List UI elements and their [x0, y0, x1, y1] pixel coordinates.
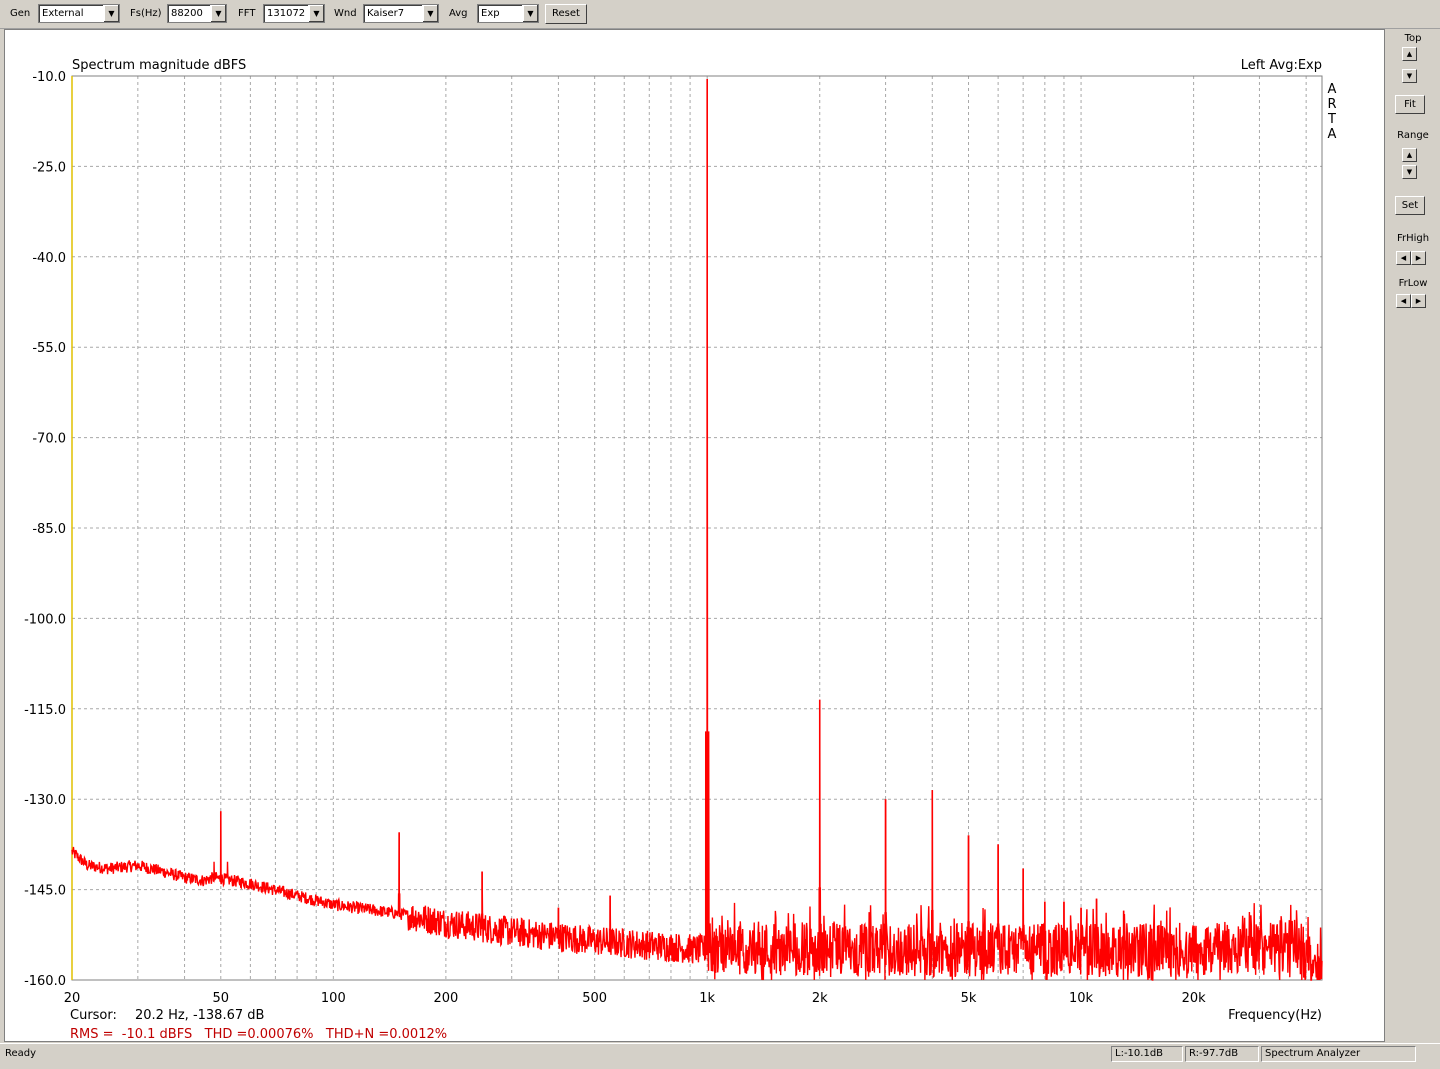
toolbar: Gen External ▼ Fs(Hz) 88200 ▼ FFT 131072… — [0, 0, 1440, 29]
y-tick-label: -115.0 — [24, 703, 66, 718]
fs-label: Fs(Hz) — [130, 8, 162, 19]
chevron-down-icon[interactable]: ▼ — [308, 5, 324, 22]
right-level-readout: R:-97.7dB — [1185, 1046, 1259, 1062]
arrow-left-icon: ◀ — [1400, 297, 1407, 305]
right-panel: Top ▲ ▼ Fit Range ▲ ▼ Set FrHigh ◀ ▶ FrL… — [1386, 29, 1440, 1042]
frhigh-left-button[interactable]: ◀ — [1396, 251, 1411, 265]
wnd-select-value: Kaiser7 — [367, 8, 405, 19]
arrow-down-icon: ▼ — [1406, 168, 1413, 176]
mode-readout: Spectrum Analyzer — [1261, 1046, 1416, 1062]
status-ready: Ready — [5, 1048, 37, 1059]
y-tick-label: -70.0 — [32, 432, 66, 447]
grid — [71, 75, 1322, 981]
arrow-up-icon: ▲ — [1406, 151, 1413, 159]
top-label: Top — [1404, 33, 1422, 44]
spectrum-trace — [71, 79, 1323, 981]
y-tick-label: -100.0 — [24, 612, 66, 627]
chevron-down-icon[interactable]: ▼ — [210, 5, 226, 22]
fs-select[interactable]: 88200 ▼ — [167, 4, 227, 23]
spectrum-series-line — [71, 79, 1323, 981]
gen-label: Gen — [10, 8, 31, 19]
y-tick-label: -25.0 — [32, 160, 66, 175]
reset-button[interactable]: Reset — [545, 4, 587, 24]
gen-select-value: External — [42, 8, 84, 19]
x-axis-label: Frequency(Hz) — [1228, 1008, 1322, 1023]
axes: -10.0 -25.0 -40.0 -55.0 -70.0 -85.0 -100.0 -115… — [24, 70, 1323, 1006]
x-tick-label: 2k — [812, 991, 828, 1006]
wnd-label: Wnd — [334, 8, 357, 19]
x-tick-label: 200 — [433, 991, 458, 1006]
arrow-down-icon: ▼ — [1406, 72, 1413, 80]
x-tick-label: 20 — [64, 991, 81, 1006]
plot-window: -10.0 -25.0 -40.0 -55.0 -70.0 -85.0 -100.0 -115… — [4, 29, 1385, 1042]
avg-select-value: Exp — [481, 8, 500, 19]
avg-label: Avg — [449, 8, 468, 19]
top-up-button[interactable]: ▲ — [1402, 47, 1417, 61]
fit-button[interactable]: Fit — [1395, 95, 1425, 114]
wnd-select[interactable]: Kaiser7 ▼ — [363, 4, 439, 23]
stats-readout: RMS = -10.1 dBFS THD =0.00076% THD+N =0.… — [70, 1027, 447, 1041]
left-level-readout: L:-10.1dB — [1111, 1046, 1183, 1062]
y-tick-label: -145.0 — [24, 884, 66, 899]
range-down-button[interactable]: ▼ — [1402, 165, 1417, 179]
x-tick-label: 5k — [961, 991, 977, 1006]
chart-subtitle: Left Avg:Exp — [1241, 58, 1322, 73]
chart-title: Spectrum magnitude dBFS — [72, 58, 246, 73]
range-up-button[interactable]: ▲ — [1402, 148, 1417, 162]
y-tick-label: -55.0 — [32, 341, 66, 356]
status-bar: Ready L:-10.1dB R:-97.7dB Spectrum Analy… — [0, 1043, 1440, 1069]
chevron-down-icon[interactable]: ▼ — [522, 5, 538, 22]
range-label: Range — [1397, 130, 1429, 141]
arrow-left-icon: ◀ — [1400, 254, 1407, 262]
arrow-right-icon: ▶ — [1415, 297, 1422, 305]
x-tick-label: 50 — [213, 991, 230, 1006]
frlow-left-button[interactable]: ◀ — [1396, 294, 1411, 308]
spectrum-chart[interactable]: -10.0 -25.0 -40.0 -55.0 -70.0 -85.0 -100.0 -115… — [5, 30, 1384, 1042]
arrow-up-icon: ▲ — [1406, 50, 1413, 58]
x-tick-label: 100 — [321, 991, 346, 1006]
chevron-down-icon[interactable]: ▼ — [103, 5, 119, 22]
set-button[interactable]: Set — [1395, 196, 1425, 215]
y-tick-label: -130.0 — [24, 793, 66, 808]
fft-label: FFT — [238, 8, 256, 19]
frhigh-right-button[interactable]: ▶ — [1411, 251, 1426, 265]
arta-logo: ARTA — [1327, 82, 1337, 142]
x-tick-label: 10k — [1069, 991, 1094, 1006]
x-tick-label: 500 — [582, 991, 607, 1006]
x-tick-label: 1k — [699, 991, 715, 1006]
cursor-label: Cursor: — [70, 1008, 117, 1023]
avg-select[interactable]: Exp ▼ — [477, 4, 539, 23]
gen-select[interactable]: External ▼ — [38, 4, 120, 23]
y-tick-label: -10.0 — [32, 70, 66, 85]
chevron-down-icon[interactable]: ▼ — [422, 5, 438, 22]
arrow-right-icon: ▶ — [1415, 254, 1422, 262]
frhigh-label: FrHigh — [1396, 233, 1430, 244]
frlow-right-button[interactable]: ▶ — [1411, 294, 1426, 308]
y-tick-label: -85.0 — [32, 522, 66, 537]
top-down-button[interactable]: ▼ — [1402, 69, 1417, 83]
frlow-label: FrLow — [1398, 278, 1428, 289]
y-tick-label: -160.0 — [24, 974, 66, 989]
fft-select[interactable]: 131072 ▼ — [263, 4, 325, 23]
cursor-readout: 20.2 Hz, -138.67 dB — [135, 1008, 264, 1023]
fft-select-value: 131072 — [267, 8, 306, 19]
y-tick-label: -40.0 — [32, 251, 66, 266]
fs-select-value: 88200 — [171, 8, 203, 19]
arta-logo-letter: R — [1327, 97, 1336, 112]
arta-logo-letter: A — [1328, 82, 1337, 97]
x-tick-label: 20k — [1182, 991, 1207, 1006]
arta-logo-letter: T — [1327, 112, 1336, 127]
arta-logo-letter: A — [1328, 127, 1337, 142]
